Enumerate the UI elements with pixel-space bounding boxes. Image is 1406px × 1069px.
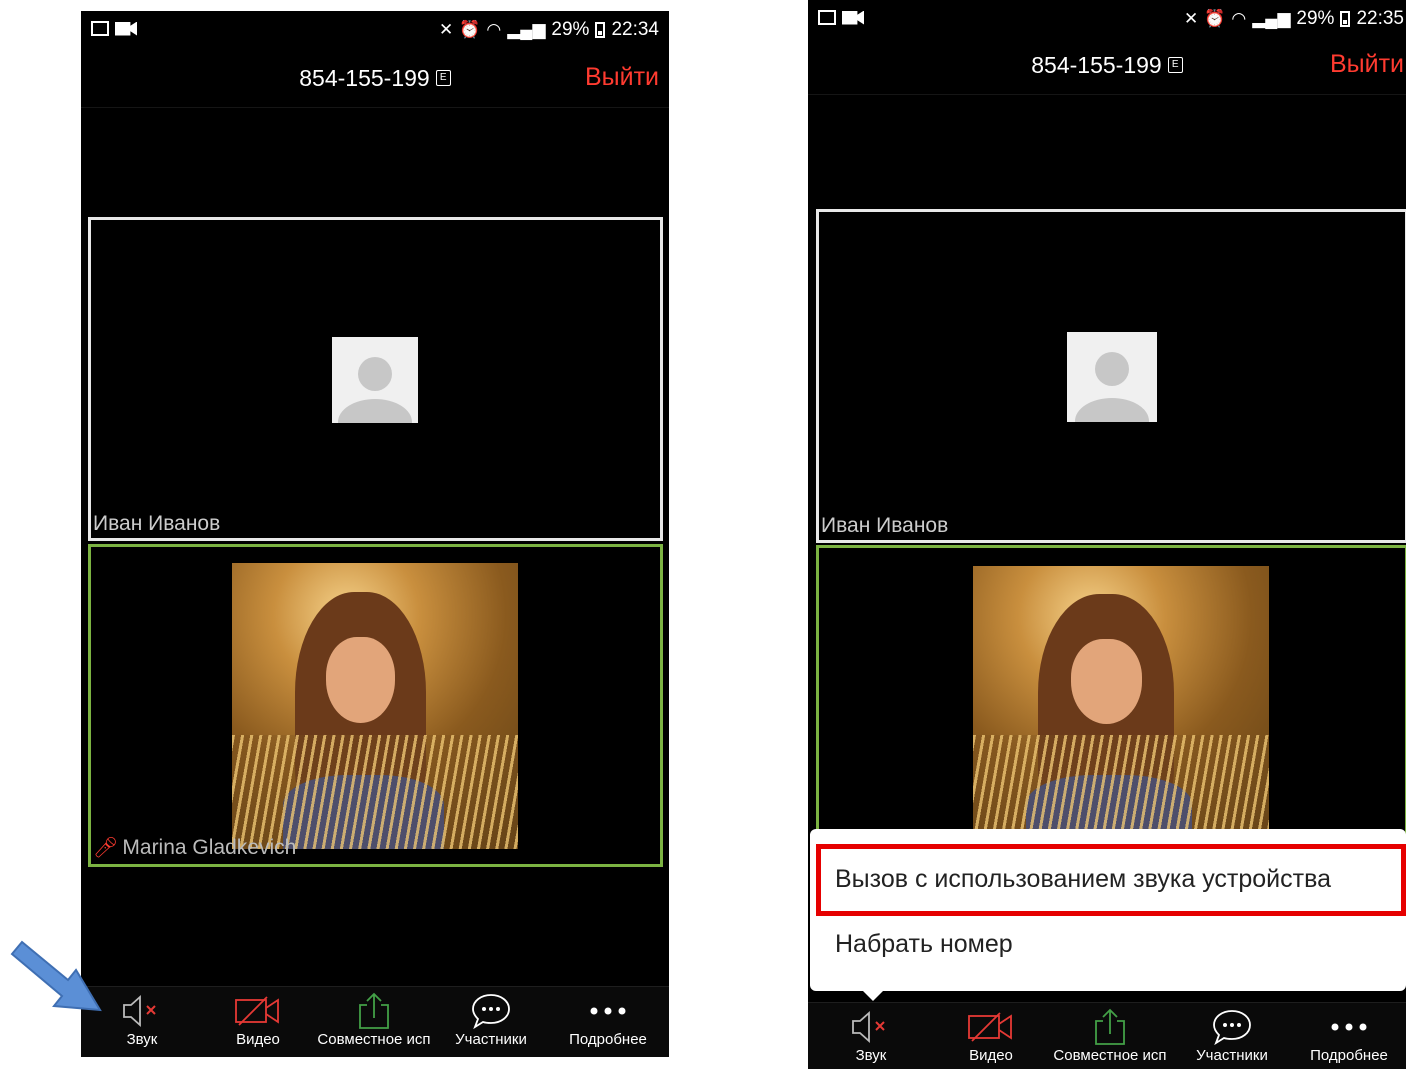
more-button-label: Подробнее <box>569 1031 647 1048</box>
left-phone-screen: ✕ ⏰ ◠ ▂▄▆ 29% 22:34 854-155-199 E Выйти И… <box>81 11 669 1057</box>
video-off-icon <box>235 996 279 1026</box>
speaker-muted-icon <box>852 1010 885 1044</box>
right-phone-screen: ✕ ⏰ ◠ ▂▄▆ 29% 22:35 854-155-199 E Выйти И… <box>808 0 1406 1069</box>
annotation-arrow-icon <box>10 940 102 1012</box>
participants-chat-icon <box>472 994 510 1030</box>
signal-icon: ▂▄▆ <box>507 20 546 39</box>
meeting-id-text: 854-155-199 <box>1031 52 1162 78</box>
participant-video-photo <box>973 566 1269 848</box>
participants-button-label: Участники <box>1196 1047 1268 1064</box>
meeting-id[interactable]: 854-155-199 E <box>808 52 1406 79</box>
mic-muted-icon: 🎤︎ <box>93 837 119 859</box>
video-tile-ivan[interactable]: Иван Иванов <box>816 209 1406 543</box>
participant-video-photo <box>232 563 518 849</box>
audio-options-popup: Вызов с использованием звука устройства … <box>810 829 1406 1001</box>
avatar-placeholder-icon <box>1067 332 1157 422</box>
clock: 22:35 <box>1356 8 1404 29</box>
audio-button-label: Звук <box>126 1031 158 1048</box>
battery-percent: 29% <box>1296 8 1335 29</box>
more-button[interactable]: Подробнее <box>1292 1007 1406 1069</box>
meeting-toolbar: Звук Видео Совместное исп Участники Подр… <box>808 1002 1406 1069</box>
leave-button[interactable]: Выйти <box>1330 50 1404 79</box>
share-button[interactable]: Совместное исп <box>1051 1007 1169 1069</box>
battery-icon <box>595 22 606 38</box>
share-button-label: Совместное исп <box>317 1031 431 1048</box>
avatar-placeholder-icon <box>332 337 418 423</box>
participant-name: Marina Gladkevich <box>122 836 297 859</box>
more-button-label: Подробнее <box>1310 1047 1388 1064</box>
status-bar: ✕ ⏰ ◠ ▂▄▆ 29% 22:35 <box>808 0 1406 42</box>
share-button[interactable]: Совместное исп <box>315 991 433 1057</box>
meeting-header: 854-155-199 E Выйти <box>81 53 669 108</box>
clock: 22:34 <box>611 19 659 40</box>
video-button-label: Видео <box>969 1047 1013 1064</box>
device-audio-option[interactable]: Вызов с использованием звука устройства <box>835 865 1331 894</box>
battery-percent: 29% <box>551 19 590 40</box>
audio-button-label: Звук <box>855 1047 887 1064</box>
wifi-icon: ◠ <box>486 20 502 39</box>
dial-in-option[interactable]: Набрать номер <box>835 930 1013 959</box>
signal-icon: ▂▄▆ <box>1252 9 1291 28</box>
participants-button-label: Участники <box>455 1031 527 1048</box>
video-tile-ivan[interactable]: Иван Иванов <box>88 217 663 541</box>
share-icon <box>1095 1008 1125 1045</box>
share-icon <box>359 992 389 1029</box>
leave-button[interactable]: Выйти <box>585 63 659 92</box>
video-tile-marina[interactable]: 🎤︎ Marina Gladkevich <box>88 544 663 867</box>
meeting-toolbar: Звук Видео Совместное исп Участники Подр… <box>81 986 669 1057</box>
more-button[interactable]: Подробнее <box>549 991 667 1057</box>
wifi-icon: ◠ <box>1231 9 1247 28</box>
meeting-header: 854-155-199 E Выйти <box>808 40 1406 95</box>
meeting-id-text: 854-155-199 <box>299 65 430 91</box>
popup-pointer <box>862 990 884 1001</box>
mute-status-icon: ✕ <box>1183 9 1199 28</box>
video-tile-marina[interactable] <box>816 545 1406 848</box>
video-button[interactable]: Видео <box>199 991 317 1057</box>
alarm-icon: ⏰ <box>1204 9 1226 28</box>
video-button-label: Видео <box>236 1031 280 1048</box>
participant-name: Иван Иванов <box>93 512 221 535</box>
participant-name-row: 🎤︎ Marina Gladkevich <box>93 835 296 860</box>
video-notification-icon <box>115 21 137 36</box>
participant-name: Иван Иванов <box>821 514 949 537</box>
battery-icon <box>1340 11 1351 27</box>
share-button-label: Совместное исп <box>1053 1047 1167 1064</box>
participants-button[interactable]: Участники <box>1173 1007 1291 1069</box>
participants-chat-icon <box>1213 1010 1251 1046</box>
speaker-muted-icon <box>123 994 156 1028</box>
lock-icon: E <box>435 69 451 86</box>
video-notification-icon <box>842 10 864 25</box>
status-bar: ✕ ⏰ ◠ ▂▄▆ 29% 22:34 <box>81 11 669 53</box>
gallery-notification-icon <box>818 10 836 25</box>
mute-status-icon: ✕ <box>438 20 454 39</box>
more-dots-icon <box>1331 1023 1367 1031</box>
alarm-icon: ⏰ <box>459 20 481 39</box>
audio-button[interactable]: Звук <box>812 1007 930 1069</box>
video-button[interactable]: Видео <box>932 1007 1050 1069</box>
lock-icon: E <box>1167 56 1183 73</box>
gallery-notification-icon <box>91 21 109 36</box>
more-dots-icon <box>590 1007 626 1015</box>
video-off-icon <box>968 1012 1012 1042</box>
meeting-id[interactable]: 854-155-199 E <box>81 65 669 92</box>
participants-button[interactable]: Участники <box>432 991 550 1057</box>
